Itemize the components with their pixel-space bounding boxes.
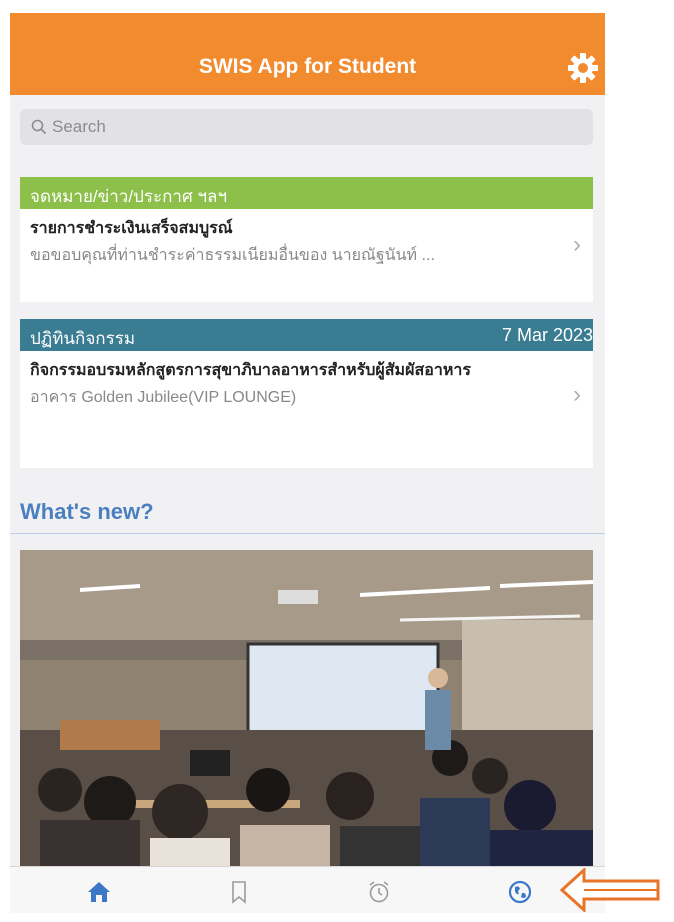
home-icon[interactable] — [86, 879, 112, 905]
activity-section-header: ปฏิทินกิจกรรม 7 Mar 2023 — [20, 319, 593, 351]
notice-card[interactable]: จดหมาย/ข่าว/ประกาศ ฯลฯ รายการชำระเงินเสร… — [20, 177, 593, 302]
app-title: SWIS App for Student — [198, 55, 417, 78]
notice-subtitle: ขอขอบคุณที่ท่านชำระค่าธรรมเนียมอื่นของ น… — [30, 247, 435, 264]
whats-new-heading: What's new? — [20, 499, 154, 524]
alarm-clock-icon[interactable] — [366, 879, 392, 905]
activity-title: กิจกรรมอบรมหลักสูตรการสุขาภิบาลอาหารสำหร… — [30, 362, 471, 379]
activity-date: 7 Mar 2023 — [501, 325, 593, 345]
globe-icon[interactable] — [507, 879, 533, 905]
app-header: SWIS App for Student — [10, 13, 605, 95]
activity-section-label: ปฏิทินกิจกรรม — [30, 329, 136, 348]
app-screen: SWIS App for Student Search จดหมาย/ข่าว/… — [10, 13, 605, 913]
bottom-tab-bar — [10, 866, 605, 913]
chevron-right-icon: › — [573, 231, 581, 258]
news-photo[interactable] — [20, 550, 593, 870]
notice-section-label: จดหมาย/ข่าว/ประกาศ ฯลฯ — [30, 187, 227, 206]
bookmark-icon[interactable] — [226, 879, 252, 905]
notice-title: รายการชำระเงินเสร็จสมบูรณ์ — [30, 220, 233, 237]
chevron-right-icon: › — [573, 381, 581, 408]
search-icon — [31, 119, 47, 135]
arrow-left-icon — [560, 868, 660, 912]
search-placeholder: Search — [52, 117, 106, 136]
gear-icon[interactable] — [566, 51, 600, 85]
notice-section-header: จดหมาย/ข่าว/ประกาศ ฯลฯ — [20, 177, 593, 209]
activity-location: อาคาร Golden Jubilee(VIP LOUNGE) — [30, 389, 297, 406]
activity-card[interactable]: ปฏิทินกิจกรรม 7 Mar 2023 กิจกรรมอบรมหลัก… — [20, 319, 593, 468]
divider — [10, 533, 605, 534]
search-input[interactable]: Search — [20, 109, 593, 145]
classroom-image — [20, 550, 593, 870]
